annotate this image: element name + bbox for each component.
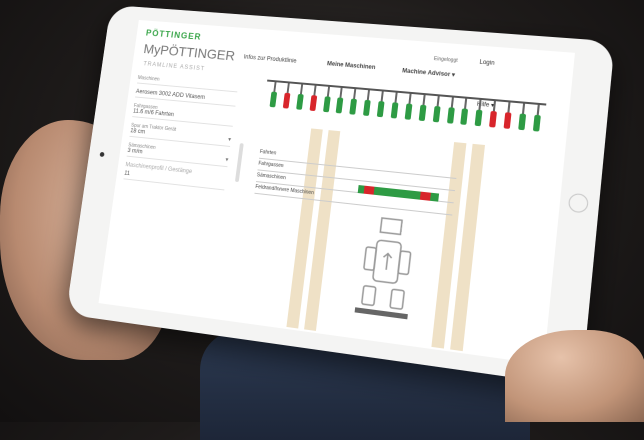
right-hand <box>505 330 644 422</box>
panel-divider[interactable] <box>234 143 244 183</box>
seeding-unit <box>269 82 278 111</box>
nav-link-product-info[interactable]: Infos zur Produktlinie <box>243 55 296 65</box>
seeding-unit <box>295 84 304 113</box>
seeding-unit <box>376 91 385 121</box>
seeding-unit-indicator <box>363 99 371 117</box>
seeding-unit <box>446 97 455 127</box>
seeding-unit <box>489 101 498 132</box>
seeding-unit <box>309 85 318 115</box>
seeding-unit <box>503 102 512 133</box>
app-screen: PÖTTINGER MyPÖTTINGER TRAMLINE ASSIST In… <box>98 19 575 365</box>
seeding-unit-indicator <box>460 108 469 125</box>
tablet-frame: PÖTTINGER MyPÖTTINGER TRAMLINE ASSIST In… <box>65 4 615 388</box>
seeding-unit <box>390 92 399 122</box>
user-status: Eingeloggt <box>433 56 458 64</box>
tramline-marker <box>363 185 375 195</box>
seeding-unit <box>418 95 427 125</box>
seeding-unit-indicator <box>322 96 331 113</box>
seeding-unit <box>404 94 413 124</box>
seeding-unit-indicator <box>489 110 498 128</box>
seeding-unit-indicator <box>282 92 291 109</box>
nav-link-my-machines[interactable]: Meine Maschinen <box>327 61 376 71</box>
seeding-unit-indicator <box>390 102 399 119</box>
config-table: Fahrten Fahrgassen Sämaschinen Feldrand/… <box>254 147 458 216</box>
seeding-unit-indicator <box>295 93 304 110</box>
seeding-unit <box>282 83 291 112</box>
seeding-unit <box>474 100 484 131</box>
seeding-unit <box>460 98 469 129</box>
seeding-unit <box>336 88 345 118</box>
seeding-unit-indicator <box>518 113 527 131</box>
page-subtitle: TRAMLINE ASSIST <box>142 61 206 73</box>
seed-drill-visual <box>261 74 547 159</box>
seeding-unit-indicator <box>309 95 317 112</box>
home-button[interactable] <box>567 192 590 214</box>
seeding-unit <box>349 89 358 119</box>
seeding-unit <box>432 96 441 126</box>
seeding-unit-indicator <box>432 105 441 123</box>
seeding-unit <box>322 87 331 117</box>
seeding-unit <box>532 105 541 136</box>
seeding-unit-indicator <box>376 101 385 118</box>
seeding-unit-indicator <box>349 98 358 115</box>
brand-logo: PÖTTINGER <box>145 28 203 42</box>
tramline-marker <box>419 191 431 201</box>
seeding-unit-indicator <box>336 97 344 114</box>
seeding-unit-indicator <box>532 114 541 132</box>
seeding-unit-indicator <box>503 112 512 129</box>
seeding-unit-indicator <box>446 107 455 124</box>
camera-icon <box>99 151 105 158</box>
seeding-unit-indicator <box>269 91 278 108</box>
tractor-icon <box>354 206 424 320</box>
seeding-unit-indicator <box>404 103 413 120</box>
settings-form: Maschinen Aerosem 3002 ADD Vitasem Fahrg… <box>123 72 239 193</box>
seeding-unit-indicator <box>474 109 483 127</box>
seeding-unit-indicator <box>418 104 427 122</box>
seeding-unit <box>518 103 527 134</box>
nav-link-machine-advisor[interactable]: Machine Advisor ▾ <box>402 67 455 78</box>
login-link[interactable]: Login <box>479 60 495 67</box>
app-title: MyPÖTTINGER <box>142 40 236 64</box>
seeding-unit <box>363 90 372 120</box>
